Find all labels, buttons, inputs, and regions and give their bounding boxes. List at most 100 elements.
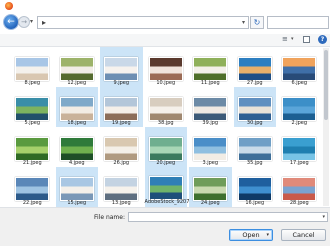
- vertical-scrollbar[interactable]: [323, 48, 329, 206]
- file-item[interactable]: 3.jpeg: [189, 127, 232, 167]
- file-name: 3.jpeg: [202, 160, 219, 166]
- file-item[interactable]: 38.jpg: [145, 87, 188, 127]
- file-item[interactable]: 28.jpeg: [278, 167, 321, 207]
- file-item[interactable]: 10.jpeg: [145, 47, 188, 87]
- preview-pane-icon[interactable]: [303, 36, 310, 43]
- image-thumbnail: [15, 57, 50, 81]
- file-name: 24.jpeg: [200, 200, 220, 206]
- image-thumbnail: [193, 57, 228, 81]
- file-name: 13.jpeg: [111, 200, 131, 206]
- dialog-footer: File name: ▾ Open ▾ Cancel: [0, 207, 330, 246]
- file-item[interactable]: 4.jpeg: [56, 127, 99, 167]
- file-item[interactable]: 8.jpeg: [11, 47, 54, 87]
- image-thumbnail: [59, 137, 94, 161]
- file-item[interactable]: 24.jpeg: [189, 167, 232, 207]
- file-name: 38.jpg: [157, 120, 174, 126]
- file-name: 4.jpeg: [68, 160, 85, 166]
- image-thumbnail: [148, 137, 183, 161]
- image-thumbnail: [193, 177, 228, 201]
- thumbnail-grid: 8.jpeg 12.jpeg 9.jpeg 10.jpeg 11.jpeg 27.jpg 6…: [10, 47, 322, 207]
- file-name: 19.jpeg: [111, 120, 131, 126]
- image-thumbnail: [282, 57, 317, 81]
- file-item[interactable]: 9.jpeg: [100, 47, 143, 87]
- file-name: 30.jpg: [246, 120, 263, 126]
- file-item[interactable]: AdobeStock_92071240.jpeg: [144, 167, 215, 207]
- file-name-label: File name:: [94, 214, 125, 221]
- file-name: 35.jpg: [246, 160, 263, 166]
- back-button[interactable]: ←: [4, 15, 18, 29]
- file-name: 16.jpeg: [245, 200, 265, 206]
- image-thumbnail: [104, 57, 139, 81]
- file-item[interactable]: 18.jpeg: [55, 87, 98, 127]
- open-file-dialog: ← → ▾ ▸ ▾ ↻ ≡ ▾ ? 8.jpeg 12.jpeg 9.jpeg 10.…: [0, 0, 330, 246]
- file-item[interactable]: 20.jpeg: [144, 127, 187, 167]
- image-thumbnail: [148, 57, 183, 81]
- file-name: AdobeStock_92071240.jpeg: [144, 199, 215, 205]
- breadcrumb-chevron-icon[interactable]: ▸: [42, 18, 46, 27]
- file-item[interactable]: 21.jpeg: [11, 127, 54, 167]
- open-options-chevron-down-icon[interactable]: ▾: [266, 230, 269, 240]
- app-icon: [5, 2, 13, 10]
- file-name: 17.jpeg: [289, 160, 309, 166]
- file-item[interactable]: 19.jpeg: [100, 87, 143, 127]
- file-name: 10.jpeg: [156, 80, 176, 86]
- cancel-button[interactable]: Cancel: [281, 229, 326, 241]
- file-name-chevron-down-icon[interactable]: ▾: [322, 214, 325, 220]
- file-name: 27.jpg: [246, 80, 263, 86]
- forward-arrow-icon: →: [21, 18, 27, 26]
- image-thumbnail: [237, 177, 272, 201]
- file-item[interactable]: 30.jpg: [233, 87, 276, 127]
- command-toolbar: ≡ ▾ ?: [0, 34, 330, 47]
- search-input[interactable]: [267, 16, 329, 29]
- image-thumbnail: [237, 57, 272, 81]
- file-list-pane[interactable]: 8.jpeg 12.jpeg 9.jpeg 10.jpeg 11.jpeg 27.jpg 6…: [0, 47, 330, 207]
- open-button[interactable]: Open ▾: [229, 229, 273, 241]
- file-item[interactable]: 13.jpeg: [100, 167, 143, 207]
- navigation-bar: ← → ▾ ▸ ▾ ↻: [0, 12, 330, 34]
- file-item[interactable]: 39.jpg: [189, 87, 232, 127]
- file-name: 18.jpeg: [67, 120, 87, 126]
- file-item[interactable]: 22.jpeg: [11, 167, 54, 207]
- image-thumbnail: [148, 176, 183, 200]
- file-item[interactable]: 6.jpeg: [278, 47, 321, 87]
- image-thumbnail: [237, 137, 272, 161]
- file-name: 12.jpeg: [67, 80, 87, 86]
- open-button-label: Open: [242, 231, 260, 239]
- image-thumbnail: [15, 177, 50, 201]
- image-thumbnail: [237, 97, 272, 121]
- image-thumbnail: [104, 137, 139, 161]
- file-name: 28.jpeg: [289, 200, 309, 206]
- file-item[interactable]: 17.jpeg: [278, 127, 321, 167]
- file-name: 39.jpg: [202, 120, 219, 126]
- image-thumbnail: [193, 137, 228, 161]
- file-item[interactable]: 11.jpeg: [189, 47, 232, 87]
- image-thumbnail: [193, 97, 228, 121]
- back-arrow-icon: ←: [7, 17, 15, 27]
- refresh-icon: ↻: [253, 18, 261, 27]
- view-options-chevron-down-icon[interactable]: ▾: [291, 36, 294, 42]
- scrollbar-thumb[interactable]: [324, 50, 328, 120]
- file-name-field[interactable]: ▾: [128, 212, 328, 222]
- file-name: 26.jpg: [113, 160, 130, 166]
- file-item[interactable]: 12.jpeg: [56, 47, 99, 87]
- file-name: 11.jpeg: [200, 80, 220, 86]
- address-history-chevron-down-icon[interactable]: ▾: [242, 19, 245, 26]
- file-item[interactable]: 2.jpeg: [278, 87, 321, 127]
- forward-button[interactable]: →: [19, 17, 29, 27]
- title-bar: [0, 0, 330, 12]
- help-icon[interactable]: ?: [318, 35, 327, 44]
- change-view-icon[interactable]: ≡: [282, 35, 288, 43]
- file-item[interactable]: 27.jpg: [234, 47, 277, 87]
- file-item[interactable]: 5.jpeg: [11, 87, 54, 127]
- recent-locations-chevron-down-icon[interactable]: ▾: [30, 18, 33, 25]
- file-item[interactable]: 35.jpg: [234, 127, 277, 167]
- file-item[interactable]: 16.jpeg: [234, 167, 277, 207]
- image-thumbnail: [148, 97, 183, 121]
- address-bar[interactable]: ▸ ▾: [37, 16, 249, 29]
- file-item[interactable]: 15.jpeg: [55, 167, 98, 207]
- image-thumbnail: [15, 97, 50, 121]
- file-item[interactable]: 26.jpg: [100, 127, 143, 167]
- refresh-button[interactable]: ↻: [250, 16, 264, 29]
- file-name: 21.jpeg: [22, 160, 42, 166]
- image-thumbnail: [59, 97, 94, 121]
